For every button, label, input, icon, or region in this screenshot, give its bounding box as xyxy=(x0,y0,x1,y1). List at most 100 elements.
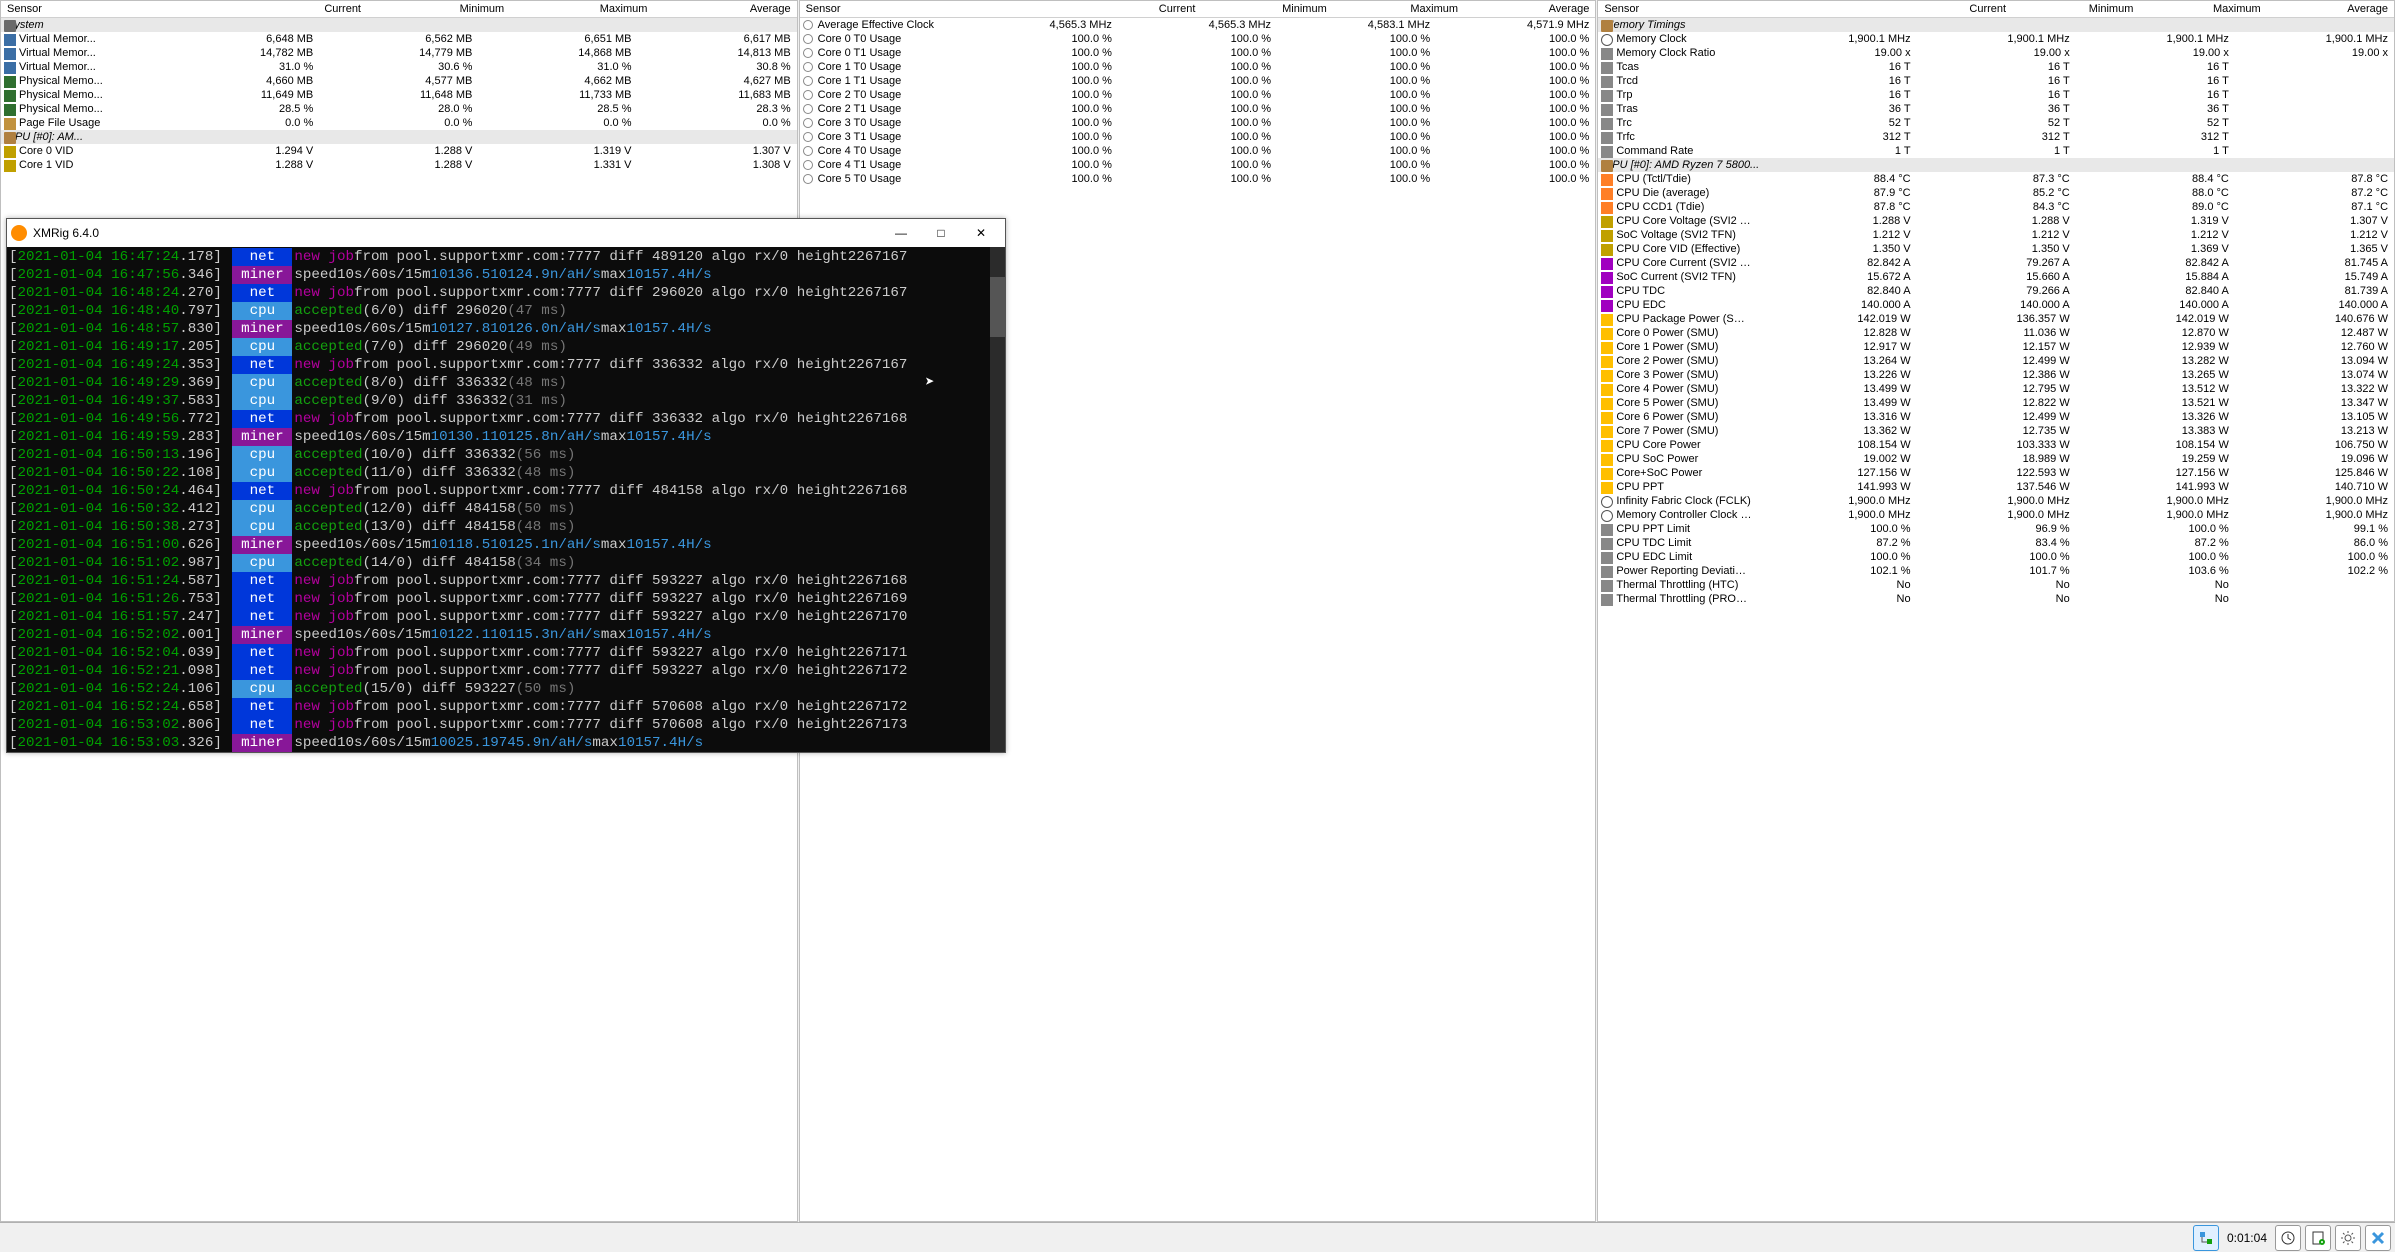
sensor-row[interactable]: CPU PPT 141.993 W137.546 W141.993 W140.7… xyxy=(1598,480,2394,494)
sensor-row[interactable]: Core 7 Power (SMU) 13.362 W12.735 W13.38… xyxy=(1598,424,2394,438)
header-row[interactable]: Sensor Current Minimum Maximum Average xyxy=(800,1,1596,18)
sensor-row[interactable]: Virtual Memor... 14,782 MB14,779 MB14,86… xyxy=(1,46,797,60)
clock-button[interactable] xyxy=(2275,1225,2301,1251)
sensor-row[interactable]: Core 6 Power (SMU) 13.316 W12.499 W13.32… xyxy=(1598,410,2394,424)
sensor-row[interactable]: Core 0 Power (SMU) 12.828 W11.036 W12.87… xyxy=(1598,326,2394,340)
header-row[interactable]: Sensor Current Minimum Maximum Average xyxy=(1598,1,2394,18)
sensor-row[interactable]: Core 3 T0 Usage 100.0 %100.0 %100.0 %100… xyxy=(800,116,1596,130)
sensor-row[interactable]: Trcd 16 T16 T16 T xyxy=(1598,74,2394,88)
col-avg[interactable]: Average xyxy=(1464,1,1595,18)
sensor-row[interactable]: Core 0 VID 1.294 V1.288 V1.319 V1.307 V xyxy=(1,144,797,158)
sensor-group[interactable]: System xyxy=(1,18,797,32)
sensor-row[interactable]: CPU CCD1 (Tdie) 87.8 °C84.3 °C89.0 °C87.… xyxy=(1598,200,2394,214)
clk-icon xyxy=(1601,496,1613,508)
sensor-row[interactable]: CPU EDC Limit 100.0 %100.0 %100.0 %100.0… xyxy=(1598,550,2394,564)
sensor-row[interactable]: Trfc 312 T312 T312 T xyxy=(1598,130,2394,144)
sensor-row[interactable]: CPU EDC 140.000 A140.000 A140.000 A140.0… xyxy=(1598,298,2394,312)
sensor-row[interactable]: Memory Clock Ratio 19.00 x19.00 x19.00 x… xyxy=(1598,46,2394,60)
col-avg[interactable]: Average xyxy=(2267,1,2394,18)
header-row[interactable]: Sensor Current Minimum Maximum Average xyxy=(1,1,797,18)
sensor-row[interactable]: Physical Memo... 28.5 %28.0 %28.5 %28.3 … xyxy=(1,102,797,116)
col-max[interactable]: Maximum xyxy=(2139,1,2266,18)
sensor-row[interactable]: Core 4 T1 Usage 100.0 %100.0 %100.0 %100… xyxy=(800,158,1596,172)
sensor-row[interactable]: Core 0 T1 Usage 100.0 %100.0 %100.0 %100… xyxy=(800,46,1596,60)
sensor-row[interactable]: Core 1 T1 Usage 100.0 %100.0 %100.0 %100… xyxy=(800,74,1596,88)
sensor-row[interactable]: Thermal Throttling (HTC) NoNoNo xyxy=(1598,578,2394,592)
col-current[interactable]: Current xyxy=(224,1,367,18)
sensor-row[interactable]: Core 3 Power (SMU) 13.226 W12.386 W13.26… xyxy=(1598,368,2394,382)
log-line: [2021-01-04 16:47:56.346] miner speed 10… xyxy=(9,266,1003,284)
sensor-row[interactable]: Core 1 VID 1.288 V1.288 V1.331 V1.308 V xyxy=(1,158,797,172)
sensor-row[interactable]: Core 3 T1 Usage 100.0 %100.0 %100.0 %100… xyxy=(800,130,1596,144)
col-avg[interactable]: Average xyxy=(653,1,796,18)
sensor-row[interactable]: Core+SoC Power 127.156 W122.593 W127.156… xyxy=(1598,466,2394,480)
sensor-row[interactable]: Thermal Throttling (PROCHO... NoNoNo xyxy=(1598,592,2394,606)
sensor-row[interactable]: Tcas 16 T16 T16 T xyxy=(1598,60,2394,74)
close-button[interactable]: ✕ xyxy=(961,221,1001,245)
sensor-row[interactable]: Average Effective Clock 4,565.3 MHz4,565… xyxy=(800,18,1596,32)
sensor-row[interactable]: Virtual Memor... 6,648 MB6,562 MB6,651 M… xyxy=(1,32,797,46)
sensor-row[interactable]: CPU Core Power 108.154 W103.333 W108.154… xyxy=(1598,438,2394,452)
sensor-row[interactable]: SoC Current (SVI2 TFN) 15.672 A15.660 A1… xyxy=(1598,270,2394,284)
sensor-row[interactable]: SoC Voltage (SVI2 TFN) 1.212 V1.212 V1.2… xyxy=(1598,228,2394,242)
clk-icon xyxy=(1601,510,1613,522)
sensor-row[interactable]: Core 5 Power (SMU) 13.499 W12.822 W13.52… xyxy=(1598,396,2394,410)
sensor-row[interactable]: Physical Memo... 11,649 MB11,648 MB11,73… xyxy=(1,88,797,102)
sensor-row[interactable]: Page File Usage 0.0 %0.0 %0.0 %0.0 % xyxy=(1,116,797,130)
col-min[interactable]: Minimum xyxy=(2012,1,2139,18)
sensor-row[interactable]: Core 2 Power (SMU) 13.264 W12.499 W13.28… xyxy=(1598,354,2394,368)
col-sensor[interactable]: Sensor xyxy=(800,1,1071,18)
sensor-row[interactable]: Tras 36 T36 T36 T xyxy=(1598,102,2394,116)
sensor-row[interactable]: CPU TDC 82.840 A79.266 A82.840 A81.739 A xyxy=(1598,284,2394,298)
watt-icon xyxy=(1601,370,1613,382)
minimize-button[interactable]: — xyxy=(881,221,921,245)
sensor-row[interactable]: Core 1 T0 Usage 100.0 %100.0 %100.0 %100… xyxy=(800,60,1596,74)
sensor-group[interactable]: CPU [#0]: AMD Ryzen 7 5800... xyxy=(1598,158,2394,172)
sensor-row[interactable]: Trp 16 T16 T16 T xyxy=(1598,88,2394,102)
sensor-row[interactable]: Memory Clock 1,900.1 MHz1,900.1 MHz1,900… xyxy=(1598,32,2394,46)
col-max[interactable]: Maximum xyxy=(510,1,653,18)
sensor-row[interactable]: Trc 52 T52 T52 T xyxy=(1598,116,2394,130)
sensor-row[interactable]: CPU PPT Limit 100.0 %96.9 %100.0 %99.1 % xyxy=(1598,522,2394,536)
col-sensor[interactable]: Sensor xyxy=(1,1,224,18)
sensor-row[interactable]: CPU TDC Limit 87.2 %83.4 %87.2 %86.0 % xyxy=(1598,536,2394,550)
sensor-row[interactable]: Core 4 Power (SMU) 13.499 W12.795 W13.51… xyxy=(1598,382,2394,396)
sensor-row[interactable]: Core 5 T0 Usage 100.0 %100.0 %100.0 %100… xyxy=(800,172,1596,186)
col-min[interactable]: Minimum xyxy=(367,1,510,18)
col-max[interactable]: Maximum xyxy=(1333,1,1464,18)
col-sensor[interactable]: Sensor xyxy=(1598,1,1884,18)
col-current[interactable]: Current xyxy=(1885,1,2012,18)
sensor-row[interactable]: Core 2 T0 Usage 100.0 %100.0 %100.0 %100… xyxy=(800,88,1596,102)
log-button[interactable] xyxy=(2305,1225,2331,1251)
sensor-row[interactable]: Memory Controller Clock (UCLK) 1,900.0 M… xyxy=(1598,508,2394,522)
xmrig-console-window[interactable]: XMRig 6.4.0 — □ ✕ [2021-01-04 16:47:24.1… xyxy=(6,218,1006,753)
sensor-row[interactable]: CPU Die (average) 87.9 °C85.2 °C88.0 °C8… xyxy=(1598,186,2394,200)
sensor-group[interactable]: Memory Timings xyxy=(1598,18,2394,32)
net-button[interactable] xyxy=(2193,1225,2219,1251)
temp-icon xyxy=(1601,188,1613,200)
sensor-row[interactable]: Virtual Memor... 31.0 %30.6 %31.0 %30.8 … xyxy=(1,60,797,74)
titlebar[interactable]: XMRig 6.4.0 — □ ✕ xyxy=(7,219,1005,247)
console-output[interactable]: [2021-01-04 16:47:24.178] net new job fr… xyxy=(7,247,1005,752)
sensor-row[interactable]: Core 1 Power (SMU) 12.917 W12.157 W12.93… xyxy=(1598,340,2394,354)
sensor-row[interactable]: Core 2 T1 Usage 100.0 %100.0 %100.0 %100… xyxy=(800,102,1596,116)
sensor-row[interactable]: CPU (Tctl/Tdie) 88.4 °C87.3 °C88.4 °C87.… xyxy=(1598,172,2394,186)
sensor-row[interactable]: Infinity Fabric Clock (FCLK) 1,900.0 MHz… xyxy=(1598,494,2394,508)
sensor-row[interactable]: CPU Core Voltage (SVI2 TFN) 1.288 V1.288… xyxy=(1598,214,2394,228)
maximize-button[interactable]: □ xyxy=(921,221,961,245)
close-button[interactable] xyxy=(2365,1225,2391,1251)
settings-button[interactable] xyxy=(2335,1225,2361,1251)
console-scrollbar[interactable] xyxy=(990,247,1005,752)
sensor-row[interactable]: CPU Core VID (Effective) 1.350 V1.350 V1… xyxy=(1598,242,2394,256)
sensor-row[interactable]: CPU Core Current (SVI2 TFN) 82.842 A79.2… xyxy=(1598,256,2394,270)
sensor-row[interactable]: Core 0 T0 Usage 100.0 %100.0 %100.0 %100… xyxy=(800,32,1596,46)
col-min[interactable]: Minimum xyxy=(1201,1,1332,18)
sensor-group[interactable]: CPU [#0]: AM... xyxy=(1,130,797,144)
sensor-row[interactable]: CPU SoC Power 19.002 W18.989 W19.259 W19… xyxy=(1598,452,2394,466)
sensor-row[interactable]: CPU Package Power (SMU) 142.019 W136.357… xyxy=(1598,312,2394,326)
sensor-row[interactable]: Power Reporting Deviation (A... 102.1 %1… xyxy=(1598,564,2394,578)
sensor-row[interactable]: Physical Memo... 4,660 MB4,577 MB4,662 M… xyxy=(1,74,797,88)
sensor-row[interactable]: Command Rate 1 T1 T1 T xyxy=(1598,144,2394,158)
sensor-row[interactable]: Core 4 T0 Usage 100.0 %100.0 %100.0 %100… xyxy=(800,144,1596,158)
col-current[interactable]: Current xyxy=(1070,1,1201,18)
